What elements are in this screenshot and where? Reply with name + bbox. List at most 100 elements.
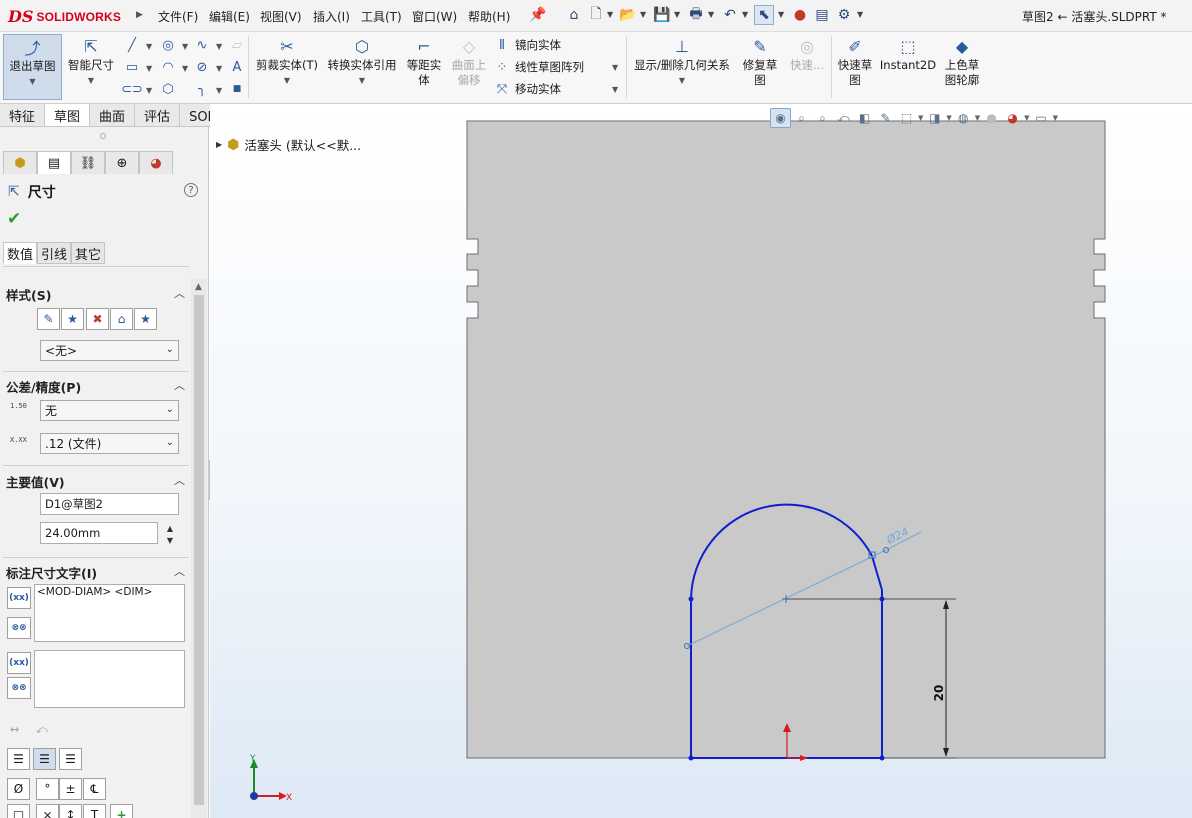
- spin-up-icon[interactable]: ▲: [162, 524, 178, 533]
- save-dropdown-icon[interactable]: ▼: [674, 10, 680, 19]
- align-right-icon[interactable]: ☰: [59, 748, 82, 770]
- spline-icon[interactable]: ∿: [193, 36, 211, 54]
- line-icon[interactable]: ╱: [123, 36, 141, 54]
- view-settings-icon[interactable]: ▭: [1031, 108, 1052, 128]
- exit-sketch-button[interactable]: ⤴ 退出草图 ▼: [3, 34, 62, 100]
- tab-features[interactable]: 特征: [0, 104, 46, 126]
- relations-dropdown-icon[interactable]: ▼: [630, 73, 734, 88]
- print-dropdown-icon[interactable]: ▼: [708, 10, 714, 19]
- add-parentheses-icon[interactable]: (xx): [7, 587, 31, 609]
- scroll-up-icon[interactable]: ▲: [195, 282, 202, 292]
- display-style-dropdown-icon[interactable]: ▼: [946, 114, 951, 122]
- collapse-chevron-icon[interactable]: ︿: [174, 472, 185, 488]
- square-symbol-button[interactable]: □: [7, 804, 30, 818]
- options-dropdown-icon[interactable]: ▼: [857, 10, 863, 19]
- select-dropdown-icon[interactable]: ▼: [778, 10, 784, 19]
- dimension-name-field[interactable]: D1@草图2: [40, 493, 179, 515]
- align-left-icon[interactable]: ☰: [7, 748, 30, 770]
- times-symbol-button[interactable]: ⨯: [36, 804, 59, 818]
- convert-entities-button[interactable]: ⬡ 转换实体引用 ▼: [324, 34, 400, 100]
- new-dropdown-icon[interactable]: ▼: [607, 10, 613, 19]
- help-icon[interactable]: ?: [184, 183, 198, 197]
- pm-scrollbar[interactable]: ▲: [191, 279, 207, 818]
- select-icon[interactable]: ⬉: [754, 5, 774, 25]
- home-icon[interactable]: ⌂: [564, 5, 584, 25]
- precision-select[interactable]: .12 (文件) ⌄: [40, 433, 179, 454]
- apply-default-style-icon[interactable]: ✎: [37, 308, 60, 330]
- trim-entities-button[interactable]: ✂ 剪裁实体(T) ▼: [252, 34, 322, 100]
- tab-evaluate[interactable]: 评估: [135, 104, 181, 126]
- traffic-light-icon[interactable]: ●: [790, 5, 810, 25]
- normal-to-icon[interactable]: ◉: [770, 108, 791, 128]
- dimension-text-upper[interactable]: <MOD-DIAM> <DIM>: [34, 584, 185, 642]
- more-symbols-button[interactable]: +: [110, 804, 133, 818]
- sketch-endpoint[interactable]: [879, 755, 885, 761]
- style-select[interactable]: <无> ⌄: [40, 340, 179, 361]
- part-name-label[interactable]: 活塞头 (默认<<默...: [244, 135, 361, 154]
- ellipse-dropdown-icon[interactable]: ▼: [216, 64, 222, 73]
- hide-show-dropdown-icon[interactable]: ▼: [975, 114, 980, 122]
- pattern-dropdown-icon[interactable]: ▼: [612, 63, 618, 72]
- circle-dropdown-icon[interactable]: ▼: [182, 42, 188, 51]
- save-icon[interactable]: 💾: [652, 5, 672, 25]
- open-icon[interactable]: 📂: [618, 5, 638, 25]
- undo-dropdown-icon[interactable]: ▼: [742, 10, 748, 19]
- text-arrows-icon[interactable]: ↔: [10, 723, 19, 736]
- thickness-symbol-button[interactable]: T: [83, 804, 106, 818]
- quick-snaps-button[interactable]: ◎ 快速...: [786, 34, 828, 100]
- arc-dropdown-icon[interactable]: ▼: [182, 64, 188, 73]
- centerline-symbol-button[interactable]: ℄: [83, 778, 106, 800]
- tab-other[interactable]: 其它: [71, 242, 106, 264]
- delete-style-icon[interactable]: ✖: [86, 308, 109, 330]
- plus-minus-symbol-button[interactable]: ±: [59, 778, 82, 800]
- dimension-text-lower[interactable]: [34, 650, 185, 708]
- tab-surfaces[interactable]: 曲面: [90, 104, 136, 126]
- hide-show-items-icon[interactable]: ◍: [953, 108, 974, 128]
- ok-checkmark-icon[interactable]: ✔: [7, 209, 21, 229]
- primary-value-section-title[interactable]: 主要值(V): [6, 472, 65, 491]
- view-orientation-icon[interactable]: ⬚: [896, 108, 917, 128]
- spline-dropdown-icon[interactable]: ▼: [216, 42, 222, 51]
- feature-manager-tab-icon[interactable]: ⬢: [3, 151, 37, 174]
- slot-dropdown-icon[interactable]: ▼: [146, 86, 152, 95]
- convert-dropdown-icon[interactable]: ▼: [324, 73, 400, 88]
- sketch-endpoint[interactable]: [688, 596, 694, 602]
- dim-xpert-manager-tab-icon[interactable]: ⊕: [105, 151, 139, 174]
- view-orientation-dropdown-icon[interactable]: ▼: [918, 114, 923, 122]
- offset-entities-button[interactable]: ⌐ 等距实体: [402, 34, 446, 100]
- dimension-value-field[interactable]: 24.00mm: [40, 522, 158, 544]
- offset-on-surface-button[interactable]: ◇ 曲面上偏移: [448, 34, 490, 100]
- collapse-chevron-icon[interactable]: ︿: [174, 563, 185, 579]
- tab-sketch[interactable]: 草图: [45, 104, 91, 126]
- section-view-icon[interactable]: ◧: [854, 108, 875, 128]
- mirror-entities-button[interactable]: ⫴ 镜向实体: [494, 36, 561, 54]
- spin-down-icon[interactable]: ▼: [162, 536, 178, 545]
- sketch-endpoint[interactable]: [879, 596, 885, 602]
- print-icon[interactable]: 🖶: [686, 5, 706, 25]
- sketch-endpoint[interactable]: [688, 755, 694, 761]
- menu-window[interactable]: 窗口(W): [412, 8, 457, 25]
- collapse-chevron-icon[interactable]: ︿: [174, 377, 185, 393]
- offset-text-icon[interactable]: ⊗⊗: [7, 677, 31, 699]
- repair-sketch-button[interactable]: ✎ 修复草图: [738, 34, 782, 100]
- pin-icon[interactable]: 📌: [528, 5, 548, 25]
- collapse-chevron-icon[interactable]: ︿: [174, 285, 185, 301]
- point-icon[interactable]: ■: [228, 80, 246, 98]
- tab-value[interactable]: 数值: [3, 242, 38, 264]
- slot-icon[interactable]: ⊂⊃: [121, 80, 143, 98]
- zoom-to-area-icon[interactable]: ⌕: [812, 108, 833, 128]
- move-entities-button[interactable]: ⤧ 移动实体: [494, 80, 561, 98]
- fillet-dropdown-icon[interactable]: ▼: [216, 86, 222, 95]
- property-manager-tab-icon[interactable]: ▤: [37, 151, 71, 174]
- style-section-title[interactable]: 样式(S): [6, 285, 51, 304]
- view-settings-dropdown-icon[interactable]: ▼: [1053, 114, 1058, 122]
- graphics-area[interactable]: Ø24 20 Y X ▶ ⬢ 活塞头 (默认<<默... ◉ ⌕ ⌕ ⤺ ◧ ✎…: [210, 104, 1192, 818]
- menu-help[interactable]: 帮助(H): [468, 8, 510, 25]
- tolerance-section-title[interactable]: 公差/精度(P): [6, 377, 81, 396]
- ellipse-icon[interactable]: ⊘: [193, 58, 211, 76]
- fillet-icon[interactable]: ╮: [193, 80, 211, 98]
- arc-icon[interactable]: ◠: [159, 58, 177, 76]
- scroll-thumb[interactable]: [194, 295, 204, 805]
- zoom-to-fit-icon[interactable]: ⌕: [791, 108, 812, 128]
- center-dimension-icon[interactable]: ⊗⊗: [7, 617, 31, 639]
